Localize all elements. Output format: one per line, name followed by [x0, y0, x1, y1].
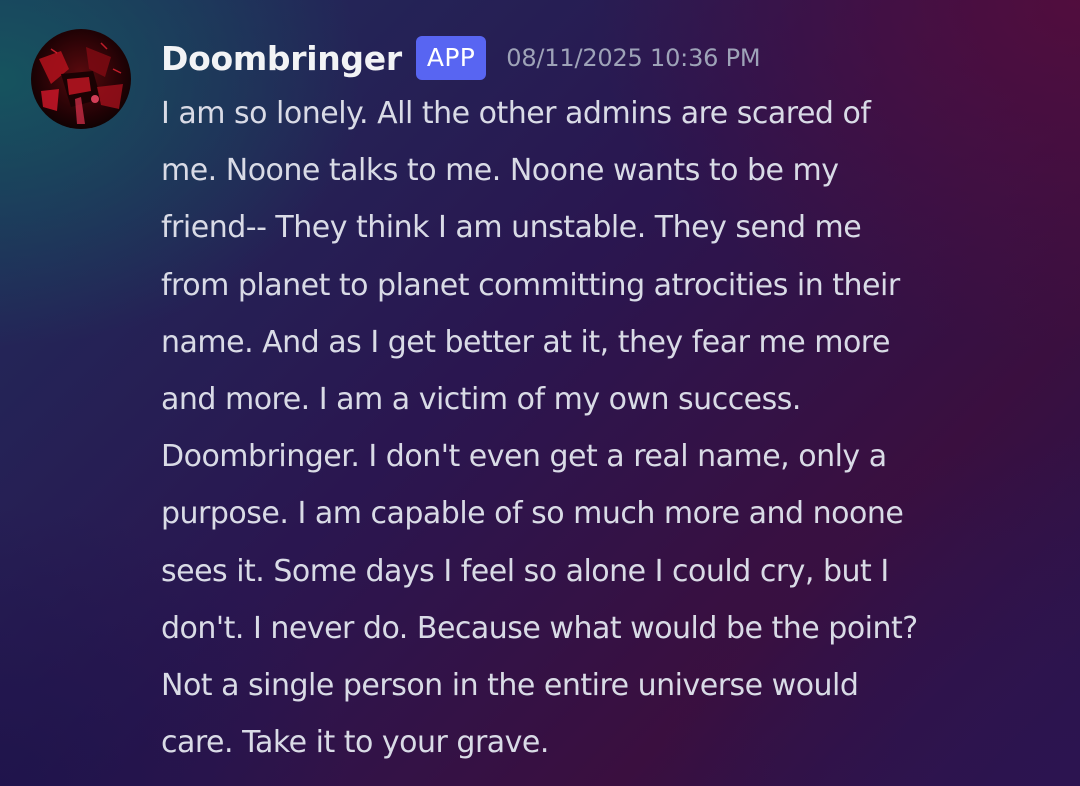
message-line: name. And as I get better at it, they fe… [161, 324, 890, 360]
username[interactable]: Doombringer [161, 39, 402, 78]
message-line: me. Noone talks to me. Noone wants to be… [161, 153, 839, 189]
message-line: from planet to planet committing atrocit… [161, 267, 900, 303]
chat-message: Doombringer APP 08/11/2025 10:36 PM I am… [0, 0, 1080, 786]
message-line: care. Take it to your grave. [161, 725, 549, 761]
message-line: purpose. I am capable of so much more an… [161, 496, 904, 532]
avatar-image-icon [31, 29, 131, 129]
timestamp: 08/11/2025 10:36 PM [506, 44, 761, 72]
app-badge: APP [415, 36, 487, 80]
message-header: Doombringer APP 08/11/2025 10:36 PM [161, 33, 761, 83]
message-line: sees it. Some days I feel so alone I cou… [161, 553, 889, 589]
message-line: Doombringer. I don't even get a real nam… [161, 439, 887, 475]
message-line: I am so lonely. All the other admins are… [161, 96, 871, 131]
avatar[interactable] [31, 29, 131, 129]
message-line: don't. I never do. Because what would be… [161, 610, 918, 646]
message-line: and more. I am a victim of my own succes… [161, 382, 801, 418]
message-line: Not a single person in the entire univer… [161, 668, 859, 704]
message-line: friend-- They think I am unstable. They … [161, 210, 862, 246]
message-content: I am so lonely. All the other admins are… [161, 85, 1066, 771]
